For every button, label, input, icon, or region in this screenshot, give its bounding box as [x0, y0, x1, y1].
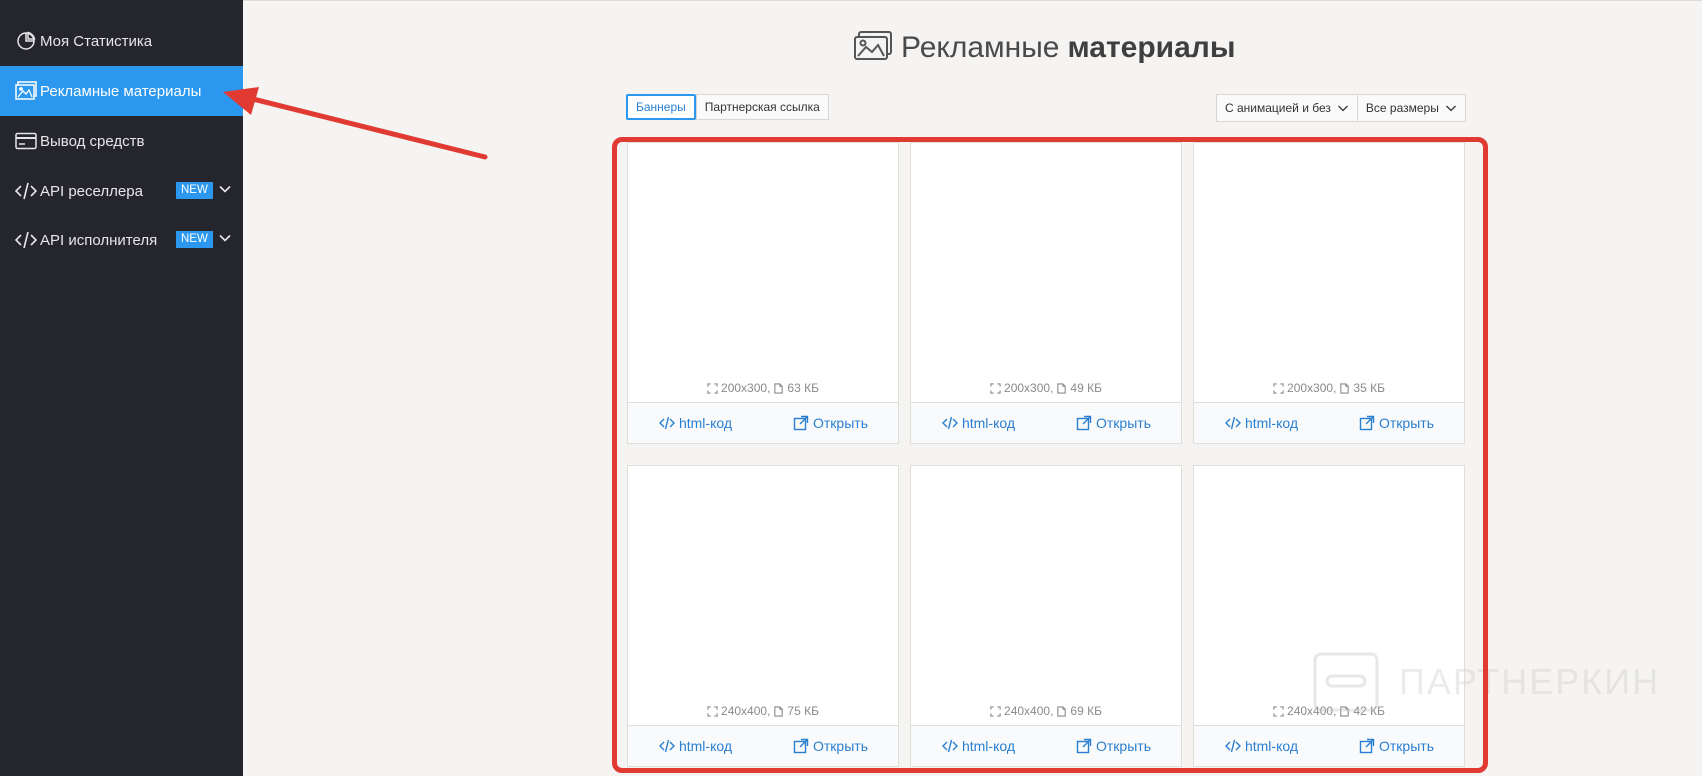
sidebar-item-label: Вывод средств	[40, 132, 145, 150]
sidebar-item-statistics[interactable]: Моя Статистика	[0, 16, 243, 66]
page-title-light: Рекламные	[901, 31, 1060, 64]
animation-filter-dropdown[interactable]: С анимацией и без	[1216, 94, 1358, 122]
tab-partner-link[interactable]: Партнерская ссылка	[695, 94, 829, 120]
annotation-highlight-frame	[612, 137, 1488, 773]
sidebar: Моя Статистика Рекламные материалы Вывод…	[0, 0, 243, 776]
sidebar-item-label: API исполнителя	[40, 231, 158, 249]
sidebar-item-withdrawal[interactable]: Вывод средств	[0, 116, 243, 166]
new-badge: NEW	[176, 231, 213, 248]
new-badge: NEW	[176, 182, 213, 199]
divider	[243, 0, 1702, 1]
size-filter-label: Все размеры	[1365, 101, 1439, 115]
sidebar-item-label: Моя Статистика	[40, 32, 153, 50]
chevron-down-icon[interactable]	[218, 231, 232, 245]
filters: С анимацией и без Все размеры	[1216, 94, 1466, 122]
sidebar-item-label: Рекламные материалы	[40, 82, 202, 100]
material-type-tabs: Баннеры Партнерская ссылка	[626, 94, 829, 120]
chevron-down-icon[interactable]	[218, 182, 232, 196]
annotation-arrow-icon	[223, 87, 488, 160]
chevron-down-icon	[1445, 105, 1456, 112]
page-title-bold: материалы	[1067, 31, 1236, 64]
animation-filter-label: С анимацией и без	[1225, 101, 1331, 115]
chevron-down-icon	[1337, 105, 1348, 112]
pie-chart-icon	[14, 29, 38, 53]
size-filter-dropdown[interactable]: Все размеры	[1357, 94, 1466, 122]
tab-banners[interactable]: Баннеры	[626, 94, 696, 120]
credit-card-icon	[14, 129, 38, 153]
sidebar-item-executor-api[interactable]: API исполнителя NEW	[0, 215, 243, 265]
sidebar-item-label: API реселлера	[40, 182, 143, 200]
code-icon	[14, 228, 38, 252]
sidebar-item-ad-materials[interactable]: Рекламные материалы	[0, 66, 243, 116]
sidebar-item-reseller-api[interactable]: API реселлера NEW	[0, 166, 243, 216]
image-icon	[853, 30, 893, 66]
page-title: Рекламные материалы	[853, 28, 1235, 68]
code-icon	[14, 179, 38, 203]
image-icon	[14, 79, 38, 103]
